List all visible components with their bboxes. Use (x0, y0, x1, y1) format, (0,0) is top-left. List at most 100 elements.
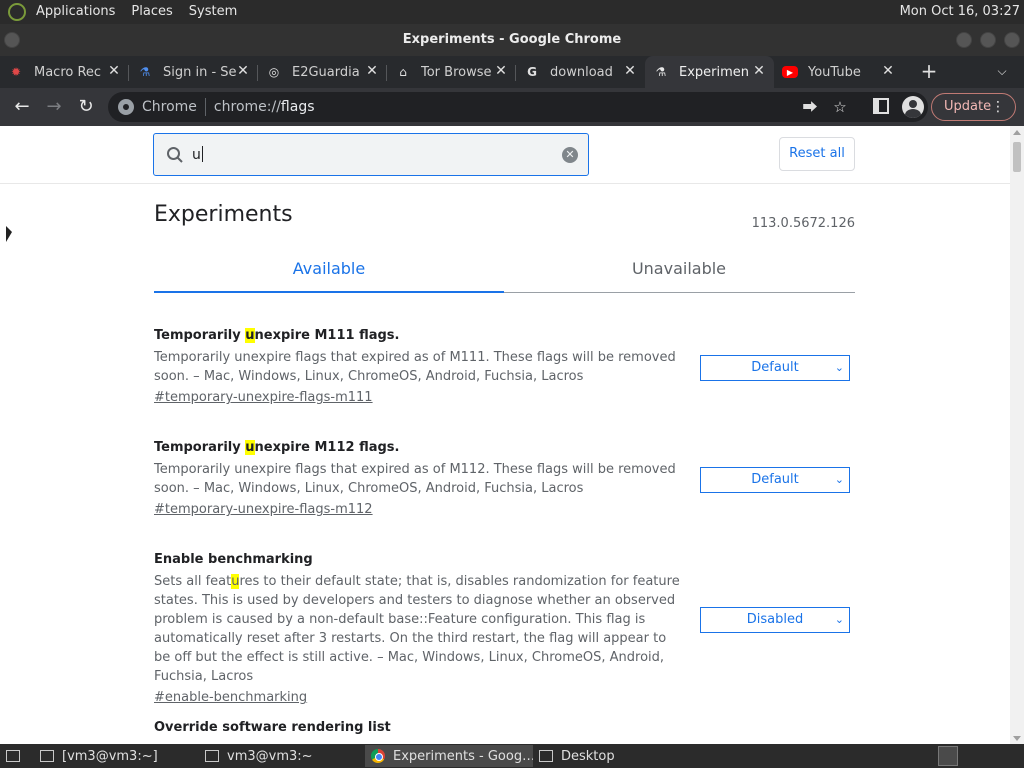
chrome-icon (118, 99, 134, 115)
reset-all-button[interactable]: Reset all (779, 137, 855, 171)
menu-applications[interactable]: Applications (28, 0, 123, 24)
flags-page: u ✕ Reset all Experiments 113.0.5672.126… (0, 126, 1010, 744)
flags-tabs: Available Unavailable (154, 252, 855, 293)
taskbar-label: Experiments - Goog… (393, 748, 533, 764)
flag-link[interactable]: #enable-benchmarking (154, 690, 307, 705)
update-button[interactable]: Update ⋮ (931, 93, 1016, 121)
forward-button[interactable]: → (38, 91, 70, 123)
tab-download[interactable]: G download ✕ (516, 56, 645, 88)
system-clock[interactable]: Mon Oct 16, 03:27 (900, 0, 1020, 24)
tab-tor-browser[interactable]: ⌂ Tor Browse ✕ (387, 56, 516, 88)
taskbar-item[interactable]: [vm3@vm3:~] (34, 745, 199, 767)
flag-description: Sets all features to their default state… (154, 574, 680, 684)
search-highlight: u (245, 328, 255, 343)
tab-label: Tor Browse (421, 64, 492, 80)
flag-name: Temporarily unexpire M112 flags. (154, 440, 400, 455)
minimize-button[interactable] (956, 32, 972, 48)
terminal-icon (205, 750, 219, 762)
url-scheme: chrome:// (213, 99, 281, 115)
tab-available[interactable]: Available (154, 252, 504, 293)
tab-macro-recorder[interactable]: ✹ Macro Rec ✕ (0, 56, 129, 88)
desktop-icon (539, 750, 553, 762)
close-icon[interactable]: ✕ (365, 64, 379, 78)
tab-youtube[interactable]: ▶ YouTube ✕ (774, 56, 903, 88)
mouse-cursor-icon (6, 226, 12, 242)
page-title: Experiments (154, 202, 293, 227)
close-icon[interactable]: ✕ (752, 64, 766, 78)
tab-search-chevron-icon[interactable]: ⌵ (994, 64, 1010, 80)
side-panel-icon[interactable] (873, 98, 889, 114)
tray-chrome-icon[interactable] (938, 746, 958, 766)
clear-search-icon[interactable]: ✕ (562, 147, 578, 163)
flag-select-value: Default (751, 360, 799, 375)
distro-logo-icon[interactable] (8, 3, 26, 21)
flag-name: Enable benchmarking (154, 552, 313, 567)
scrollbar-thumb[interactable] (1013, 142, 1021, 172)
close-icon[interactable]: ✕ (494, 64, 508, 78)
taskbar-item[interactable]: Experiments - Goog… (365, 745, 533, 767)
flag-select[interactable]: Default ⌄ (700, 467, 850, 493)
flag-item: Override software rendering list (154, 720, 855, 740)
chevron-down-icon: ⌄ (834, 361, 844, 374)
window-menu-button[interactable] (4, 32, 20, 48)
tab-sign-in[interactable]: ⚗ Sign in - Se ✕ (129, 56, 258, 88)
omnibox-divider (204, 98, 206, 116)
desktop-icon (6, 750, 20, 762)
menu-places[interactable]: Places (123, 0, 180, 24)
search-input-value[interactable]: u (192, 146, 203, 163)
tab-label: download (550, 64, 613, 80)
flag-select-value: Default (751, 472, 799, 487)
bookmark-star-icon[interactable]: ☆ (832, 99, 848, 115)
google-icon: G (527, 65, 537, 79)
scroll-down-arrow-icon[interactable] (1013, 736, 1021, 741)
tab-experiments[interactable]: ⚗ Experimen ✕ (645, 56, 774, 88)
maximize-button[interactable] (980, 32, 996, 48)
flag-description: Temporarily unexpire flags that expired … (154, 350, 676, 384)
address-bar[interactable]: Chrome chrome://flags ⮕ ☆ (108, 92, 928, 122)
flag-item: Temporarily unexpire M112 flags. Tempora… (154, 440, 855, 517)
menu-dots-icon[interactable]: ⋮ (991, 94, 1005, 120)
flag-select-value: Disabled (746, 612, 804, 627)
flag-description: Temporarily unexpire flags that expired … (154, 462, 676, 496)
menu-system[interactable]: System (181, 0, 245, 24)
search-highlight: u (245, 440, 255, 455)
url-path: flags (280, 99, 315, 115)
flag-link[interactable]: #temporary-unexpire-flags-m112 (154, 502, 373, 517)
tab-unavailable[interactable]: Unavailable (504, 252, 854, 292)
tab-label: E2Guardia (292, 64, 360, 80)
flag-name: Temporarily unexpire M111 flags. (154, 328, 400, 343)
flag-item: Temporarily unexpire M111 flags. Tempora… (154, 328, 855, 405)
tab-label: Macro Rec (34, 64, 102, 80)
page-scrollbar[interactable] (1010, 126, 1024, 744)
close-window-button[interactable] (1004, 32, 1020, 48)
chevron-down-icon: ⌄ (834, 613, 844, 626)
version-label: 113.0.5672.126 (751, 216, 855, 231)
back-button[interactable]: ← (6, 91, 38, 123)
flag-link[interactable]: #temporary-unexpire-flags-m111 (154, 390, 373, 405)
taskbar-item[interactable]: Desktop (533, 745, 673, 767)
close-icon[interactable]: ✕ (236, 64, 250, 78)
new-tab-button[interactable]: + (911, 56, 947, 88)
scroll-up-arrow-icon[interactable] (1013, 130, 1021, 135)
macro-icon: ✹ (10, 65, 22, 79)
share-icon[interactable]: ⮕ (802, 99, 818, 115)
flag-select[interactable]: Default ⌄ (700, 355, 850, 381)
browser-toolbar: ← → ↻ Chrome chrome://flags ⮕ ☆ (0, 88, 1024, 126)
search-icon (167, 147, 183, 163)
tab-e2guardian[interactable]: ◎ E2Guardia ✕ (258, 56, 387, 88)
omnibox-site-label: Chrome (142, 99, 197, 115)
flag-name: Override software rendering list (154, 720, 391, 735)
profile-avatar-icon[interactable] (902, 96, 924, 118)
close-icon[interactable]: ✕ (623, 64, 637, 78)
close-icon[interactable]: ✕ (881, 64, 895, 78)
window-title: Experiments - Google Chrome (402, 32, 622, 47)
chevron-down-icon: ⌄ (834, 473, 844, 486)
tab-label: YouTube (808, 64, 861, 80)
show-desktop-button[interactable] (0, 745, 34, 767)
reload-button[interactable]: ↻ (70, 91, 102, 123)
search-flags-input[interactable]: u ✕ (153, 133, 589, 176)
close-icon[interactable]: ✕ (107, 64, 121, 78)
building-icon: ⌂ (399, 65, 407, 79)
flag-select[interactable]: Disabled ⌄ (700, 607, 850, 633)
taskbar-item[interactable]: vm3@vm3:~ (199, 745, 365, 767)
